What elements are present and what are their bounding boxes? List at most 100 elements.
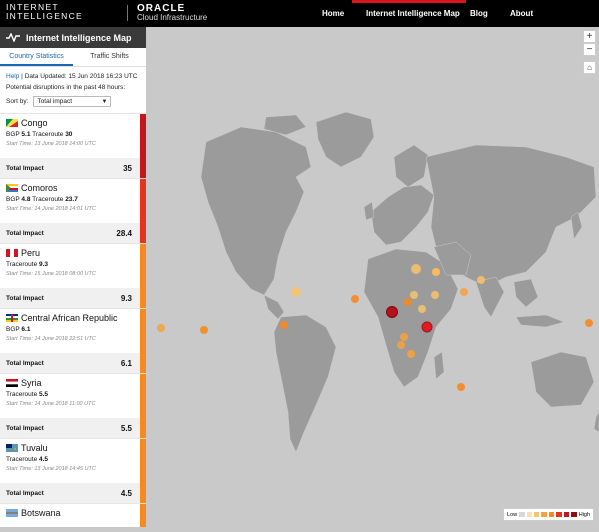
- country-name: Congo: [21, 118, 48, 128]
- sort-select[interactable]: Total impact ▼: [33, 96, 112, 107]
- zoom-out-button[interactable]: −: [583, 43, 596, 56]
- legend-swatch: [541, 512, 547, 517]
- country-card-tuvalu[interactable]: Tuvalu Traceroute 4.5 Start Time: 13 Jun…: [0, 438, 146, 503]
- help-link[interactable]: Help: [6, 73, 19, 80]
- tuvalu-flag-icon: [6, 444, 18, 452]
- marker[interactable]: [460, 288, 468, 296]
- legend-low-label: Low: [507, 511, 518, 518]
- pulse-icon: [6, 33, 20, 42]
- oracle-subtitle: Cloud Infrastructure: [137, 13, 208, 22]
- country-name: Syria: [21, 378, 42, 388]
- metrics: Traceroute 5.5: [6, 391, 49, 398]
- total-impact-row: Total Impact 35: [0, 158, 146, 178]
- world-map-svg[interactable]: [146, 27, 599, 527]
- metrics: BGP 6.1: [6, 326, 31, 333]
- marker[interactable]: [291, 287, 301, 297]
- metrics: BGP 5.1 Traceroute 30: [6, 131, 73, 138]
- country-name: Peru: [21, 248, 41, 258]
- country-name: Tuvalu: [21, 443, 48, 453]
- peru-flag-icon: [6, 249, 18, 257]
- legend-swatch: [548, 512, 555, 517]
- country-card-comoros[interactable]: Comoros BGP 4.8 Traceroute 23.7 Start Ti…: [0, 178, 146, 243]
- total-impact-value: 5.5: [120, 423, 132, 433]
- marker-congo[interactable]: [386, 306, 398, 318]
- country-card-syria[interactable]: Syria Traceroute 5.5 Start Time: 14 June…: [0, 373, 146, 438]
- home-button[interactable]: ⌂: [583, 61, 596, 74]
- marker[interactable]: [431, 291, 439, 299]
- country-name: Botswana: [21, 508, 61, 518]
- total-impact-row: Total Impact 6.1: [0, 353, 146, 373]
- map-legend: Low High: [503, 508, 594, 521]
- total-impact-value: 35: [123, 163, 132, 173]
- tab-traffic-shifts[interactable]: Traffic Shifts: [73, 48, 146, 66]
- country-card-congo[interactable]: Congo BGP 5.1 Traceroute 30 Start Time: …: [0, 113, 146, 178]
- country-name: Central African Republic: [21, 313, 118, 323]
- marker[interactable]: [457, 383, 465, 391]
- brand-line-2: INTELLIGENCE: [6, 11, 84, 21]
- total-impact-row: Total Impact 28.4: [0, 223, 146, 243]
- marker-tuvalu[interactable]: [585, 319, 593, 327]
- world-map[interactable]: [146, 27, 599, 527]
- legend-swatch: [563, 512, 570, 517]
- sort-value: Total impact: [37, 98, 73, 105]
- sidebar: Internet Intelligence Map Country Statis…: [0, 27, 146, 527]
- nav-about[interactable]: About: [510, 9, 533, 18]
- marker[interactable]: [418, 305, 426, 313]
- start-time: Start Time: 13 June 2018 14:00 UTC: [6, 141, 96, 147]
- start-time: Start Time: 14 June 2018 11:00 UTC: [6, 401, 96, 407]
- total-impact-value: 28.4: [116, 228, 132, 238]
- marker[interactable]: [200, 326, 208, 334]
- nav-internet-intelligence-map[interactable]: Internet Intelligence Map: [366, 9, 460, 18]
- internet-intelligence-logo[interactable]: INTERNET INTELLIGENCE: [6, 3, 83, 21]
- metrics: BGP 4.8 Traceroute 23.7: [6, 196, 78, 203]
- syria-flag-icon: [6, 379, 18, 387]
- metrics: Traceroute 4.5: [6, 456, 49, 463]
- start-time: Start Time: 15 June 2018 08:00 UTC: [6, 271, 96, 277]
- marker[interactable]: [351, 295, 359, 303]
- country-card-central-african-republic[interactable]: Central African Republic BGP 6.1 Start T…: [0, 308, 146, 373]
- marker[interactable]: [157, 324, 165, 332]
- active-nav-indicator: [352, 0, 466, 3]
- legend-swatch: [571, 512, 577, 517]
- marker[interactable]: [410, 291, 418, 299]
- marker[interactable]: [477, 276, 485, 284]
- chevron-down-icon: ▼: [101, 99, 108, 105]
- total-impact-row: Total Impact 9.3: [0, 288, 146, 308]
- nav-home[interactable]: Home: [322, 9, 344, 18]
- marker[interactable]: [397, 341, 405, 349]
- legend-swatch: [534, 512, 540, 517]
- marker[interactable]: [400, 333, 408, 341]
- sidebar-tabs: Country Statistics Traffic Shifts: [0, 48, 146, 67]
- country-card-botswana[interactable]: Botswana: [0, 503, 146, 527]
- start-time: Start Time: 13 June 2018 14:45 UTC: [6, 466, 96, 472]
- legend-swatch: [519, 512, 525, 517]
- data-info: Help | Data Updated: 15 Jun 2018 16:23 U…: [0, 67, 146, 93]
- sidebar-header: Internet Intelligence Map: [0, 27, 146, 48]
- zoom-in-button[interactable]: +: [583, 30, 596, 43]
- congo-flag-icon: [6, 119, 18, 127]
- marker-central-african-republic[interactable]: [404, 298, 412, 306]
- legend-high-label: High: [578, 511, 591, 518]
- marker[interactable]: [432, 268, 440, 276]
- marker[interactable]: [411, 264, 421, 274]
- botswana-flag-icon: [6, 509, 18, 517]
- metrics: Traceroute 9.3: [6, 261, 49, 268]
- marker-peru[interactable]: [280, 321, 288, 329]
- marker-comoros[interactable]: [421, 321, 433, 333]
- start-time: Start Time: 14 June 2018 22:51 UTC: [6, 336, 96, 342]
- central-african-republic-flag-icon: [6, 314, 18, 322]
- sidebar-title: Internet Intelligence Map: [26, 32, 132, 43]
- total-impact-value: 6.1: [120, 358, 132, 368]
- total-impact-row: Total Impact 5.5: [0, 418, 146, 438]
- nav-blog[interactable]: Blog: [470, 9, 488, 18]
- marker-botswana[interactable]: [407, 350, 415, 358]
- country-name: Comoros: [21, 183, 58, 193]
- tab-country-statistics[interactable]: Country Statistics: [0, 48, 73, 66]
- data-updated: Data Updated: 15 Jun 2018 16:23 UTC: [24, 73, 138, 80]
- comoros-flag-icon: [6, 184, 18, 192]
- total-impact-value: 9.3: [120, 293, 132, 303]
- total-impact-row: Total Impact 4.5: [0, 483, 146, 503]
- country-card-peru[interactable]: Peru Traceroute 9.3 Start Time: 15 June …: [0, 243, 146, 308]
- disruptions-note: Potential disruptions in the past 48 hou…: [6, 84, 126, 91]
- top-navigation-bar: INTERNET INTELLIGENCE ORACLE Cloud Infra…: [0, 0, 599, 27]
